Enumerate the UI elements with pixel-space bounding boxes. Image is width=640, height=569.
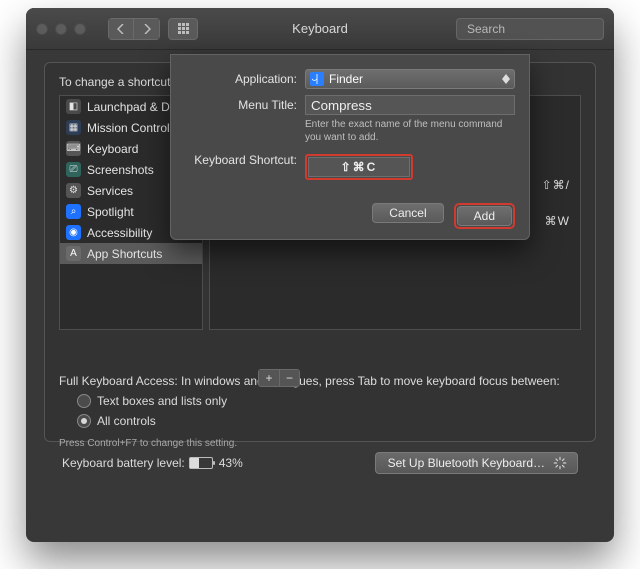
search-input[interactable] <box>467 22 614 36</box>
launchpad-icon: ◧ <box>66 99 81 114</box>
screenshots-icon: ⎚ <box>66 162 81 177</box>
chevron-updown-icon <box>502 74 510 84</box>
nav-back-button[interactable] <box>108 18 134 40</box>
progress-spinner-icon <box>553 456 567 470</box>
full-keyboard-access-text: Full Keyboard Access: In windows and dia… <box>59 374 581 388</box>
grid-icon <box>178 23 189 34</box>
nav-forward-button[interactable] <box>134 18 160 40</box>
show-all-prefs-button[interactable] <box>168 18 198 40</box>
radio-icon <box>77 394 91 408</box>
sidebar-item-label: Screenshots <box>87 163 154 177</box>
add-button-highlight: Add <box>454 203 515 229</box>
menu-title-input[interactable] <box>305 95 515 115</box>
radio-label: Text boxes and lists only <box>97 394 227 408</box>
menu-title-hint: Enter the exact name of the menu command… <box>305 118 515 144</box>
close-window-button[interactable] <box>36 23 48 35</box>
button-label: Set Up Bluetooth Keyboard… <box>388 456 545 470</box>
application-select-value: Finder <box>329 72 363 86</box>
battery-label: Keyboard battery level: <box>62 456 185 470</box>
minimize-window-button[interactable] <box>55 23 67 35</box>
sidebar-item-label: Mission Control <box>87 121 170 135</box>
radio-textboxes-only[interactable]: Text boxes and lists only <box>77 394 581 408</box>
sidebar-item-label: Keyboard <box>87 142 138 156</box>
mission-control-icon: ▦ <box>66 120 81 135</box>
keyboard-shortcut-input[interactable]: ⇧⌘C <box>308 157 410 177</box>
keyboard-shortcut-label: Keyboard Shortcut: <box>185 150 305 167</box>
radio-label: All controls <box>97 414 156 428</box>
sidebar-item-app-shortcuts[interactable]: A App Shortcuts <box>60 243 202 264</box>
application-label: Application: <box>185 69 305 86</box>
cancel-button[interactable]: Cancel <box>372 203 443 223</box>
traffic-lights <box>36 23 86 35</box>
search-field[interactable] <box>456 18 604 40</box>
button-label: Add <box>474 209 495 223</box>
battery-fill <box>190 458 199 468</box>
shortcut-entry-keys: ⇧⌘/ <box>542 178 570 192</box>
add-remove-segment: + − <box>258 369 300 387</box>
window-toolbar: Keyboard <box>26 8 614 50</box>
remove-shortcut-button[interactable]: − <box>279 370 299 386</box>
nav-back-forward <box>108 18 160 40</box>
add-shortcut-dialog: Application: Finder Menu Title: En <box>170 54 530 240</box>
zoom-window-button[interactable] <box>74 23 86 35</box>
setup-bluetooth-keyboard-button[interactable]: Set Up Bluetooth Keyboard… <box>375 452 578 474</box>
add-button[interactable]: Add <box>457 206 512 226</box>
finder-icon <box>310 72 324 86</box>
application-select[interactable]: Finder <box>305 69 515 89</box>
fka-hint: Press Control+F7 to change this setting. <box>59 438 581 449</box>
button-label: Cancel <box>389 206 426 220</box>
accessibility-icon: ◉ <box>66 225 81 240</box>
battery-indicator: 43% <box>189 456 243 470</box>
sidebar-item-label: Accessibility <box>87 226 152 240</box>
battery-icon <box>189 457 213 469</box>
sidebar-item-label: Services <box>87 184 133 198</box>
sidebar-item-label: App Shortcuts <box>87 247 162 261</box>
shortcut-entry-keys: ⌘W <box>545 214 570 228</box>
menu-title-label: Menu Title: <box>185 95 305 112</box>
radio-icon <box>77 414 91 428</box>
battery-percent: 43% <box>219 456 243 470</box>
preferences-window: Keyboard To change a shortcut, select it… <box>26 8 614 542</box>
app-shortcuts-icon: A <box>66 246 81 261</box>
keyboard-icon: ⌨ <box>66 141 81 156</box>
keyboard-shortcut-highlight: ⇧⌘C <box>305 154 413 180</box>
sidebar-item-label: Spotlight <box>87 205 134 219</box>
radio-all-controls[interactable]: All controls <box>77 414 581 428</box>
add-shortcut-button[interactable]: + <box>259 370 279 386</box>
spotlight-icon: ⌕ <box>66 204 81 219</box>
services-icon: ⚙ <box>66 183 81 198</box>
